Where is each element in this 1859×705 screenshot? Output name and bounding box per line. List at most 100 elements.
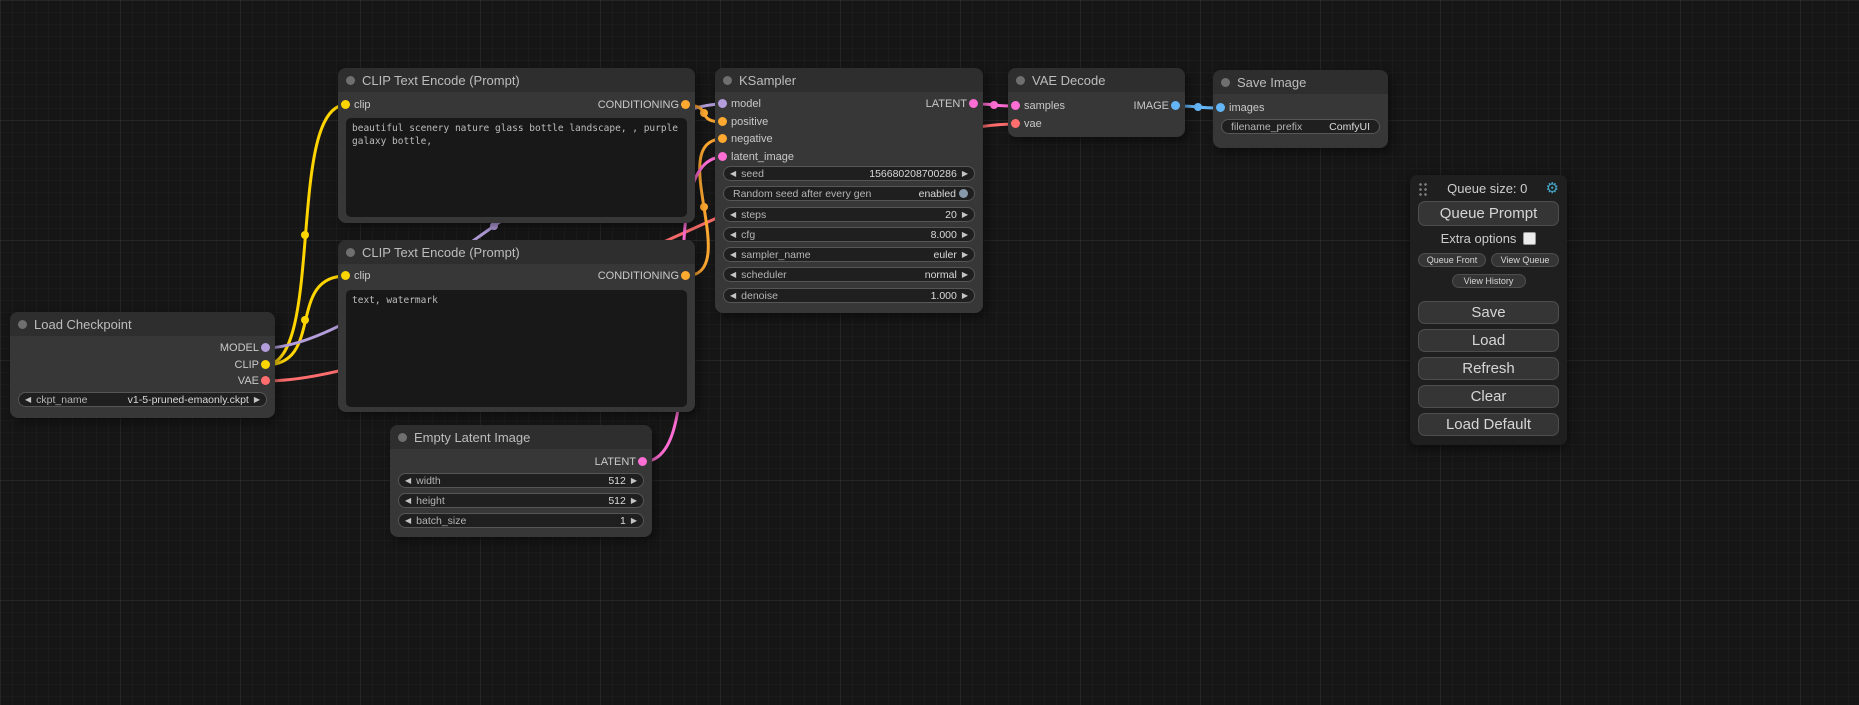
node-load-checkpoint[interactable]: Load Checkpoint MODEL CLIP VAE ◀ ckpt_na… — [10, 312, 275, 418]
widget-label: batch_size — [416, 515, 466, 527]
load-button[interactable]: Load — [1418, 329, 1559, 352]
decrement-arrow-icon[interactable]: ◀ — [405, 517, 411, 525]
widget-width[interactable]: ◀ width 512 ▶ — [398, 473, 644, 488]
increment-arrow-icon[interactable]: ▶ — [962, 211, 968, 219]
node-empty-latent-image[interactable]: Empty Latent Image LATENT ◀ width 512 ▶ … — [390, 425, 652, 537]
save-button[interactable]: Save — [1418, 301, 1559, 324]
widget-filename-prefix[interactable]: filename_prefix ComfyUI — [1221, 119, 1380, 134]
increment-arrow-icon[interactable]: ▶ — [631, 497, 637, 505]
node-collapse-dot-icon[interactable] — [18, 320, 27, 329]
queue-front-button[interactable]: Queue Front — [1418, 253, 1486, 267]
view-history-button[interactable]: View History — [1452, 274, 1526, 288]
refresh-button[interactable]: Refresh — [1418, 357, 1559, 380]
node-title-bar[interactable]: KSampler — [715, 68, 983, 92]
input-pin-latent-image[interactable] — [718, 152, 727, 161]
widget-denoise[interactable]: ◀ denoise 1.000 ▶ — [723, 288, 975, 303]
decrement-arrow-icon[interactable]: ◀ — [730, 170, 736, 178]
widget-label: Random seed after every gen — [733, 188, 871, 200]
node-title-bar[interactable]: CLIP Text Encode (Prompt) — [338, 68, 695, 92]
input-pin-samples[interactable] — [1011, 101, 1020, 110]
decrement-arrow-icon[interactable]: ◀ — [405, 477, 411, 485]
decrement-arrow-icon[interactable]: ◀ — [730, 271, 736, 279]
input-label: samples — [1024, 100, 1065, 112]
widget-batch-size[interactable]: ◀ batch_size 1 ▶ — [398, 513, 644, 528]
widget-random-seed-toggle[interactable]: Random seed after every gen enabled — [723, 186, 975, 201]
widget-height[interactable]: ◀ height 512 ▶ — [398, 493, 644, 508]
decrement-arrow-icon[interactable]: ◀ — [730, 251, 736, 259]
output-label: VAE — [238, 375, 259, 387]
increment-arrow-icon[interactable]: ▶ — [631, 517, 637, 525]
input-pin-model[interactable] — [718, 99, 727, 108]
prompt-textarea[interactable]: beautiful scenery nature glass bottle la… — [346, 118, 687, 217]
load-default-button[interactable]: Load Default — [1418, 413, 1559, 436]
widget-ckpt-name[interactable]: ◀ ckpt_name v1-5-pruned-emaonly.ckpt ▶ — [18, 392, 267, 407]
queue-prompt-button[interactable]: Queue Prompt — [1418, 201, 1559, 226]
prompt-textarea[interactable]: text, watermark — [346, 290, 687, 407]
extra-options-label: Extra options — [1441, 231, 1517, 246]
input-slot-clip: clip — [354, 268, 371, 284]
increment-arrow-icon[interactable]: ▶ — [254, 396, 260, 404]
decrement-arrow-icon[interactable]: ◀ — [730, 231, 736, 239]
node-vae-decode[interactable]: VAE Decode samples vae IMAGE — [1008, 68, 1185, 137]
widget-steps[interactable]: ◀ steps 20 ▶ — [723, 207, 975, 222]
increment-arrow-icon[interactable]: ▶ — [962, 251, 968, 259]
node-collapse-dot-icon[interactable] — [723, 76, 732, 85]
output-pin-latent[interactable] — [638, 457, 647, 466]
node-collapse-dot-icon[interactable] — [1016, 76, 1025, 85]
increment-arrow-icon[interactable]: ▶ — [962, 231, 968, 239]
node-ksampler[interactable]: KSampler model positive negative latent_… — [715, 68, 983, 313]
increment-arrow-icon[interactable]: ▶ — [962, 271, 968, 279]
widget-value: ComfyUI — [1329, 121, 1370, 133]
input-pin-negative[interactable] — [718, 134, 727, 143]
input-pin-positive[interactable] — [718, 117, 727, 126]
input-pin-clip[interactable] — [341, 271, 350, 280]
output-pin-clip[interactable] — [261, 360, 270, 369]
output-label: CLIP — [235, 359, 259, 371]
node-title-bar[interactable]: VAE Decode — [1008, 68, 1185, 92]
widget-value: 512 — [608, 475, 626, 487]
output-pin-image[interactable] — [1171, 101, 1180, 110]
input-pin-clip[interactable] — [341, 100, 350, 109]
output-slot-conditioning: CONDITIONING — [598, 268, 679, 284]
decrement-arrow-icon[interactable]: ◀ — [405, 497, 411, 505]
increment-arrow-icon[interactable]: ▶ — [962, 170, 968, 178]
node-collapse-dot-icon[interactable] — [346, 76, 355, 85]
widget-value: 1 — [620, 515, 626, 527]
output-pin-conditioning[interactable] — [681, 100, 690, 109]
link-midpoint-dot — [301, 231, 309, 239]
node-collapse-dot-icon[interactable] — [398, 433, 407, 442]
widget-value: 20 — [945, 209, 957, 221]
output-pin-model[interactable] — [261, 343, 270, 352]
node-collapse-dot-icon[interactable] — [1221, 78, 1230, 87]
node-clip-text-encode-negative[interactable]: CLIP Text Encode (Prompt) clip CONDITION… — [338, 240, 695, 412]
node-clip-text-encode-positive[interactable]: CLIP Text Encode (Prompt) clip CONDITION… — [338, 68, 695, 223]
node-title-bar[interactable]: Empty Latent Image — [390, 425, 652, 449]
decrement-arrow-icon[interactable]: ◀ — [730, 292, 736, 300]
increment-arrow-icon[interactable]: ▶ — [962, 292, 968, 300]
widget-label: height — [416, 495, 445, 507]
output-pin-vae[interactable] — [261, 376, 270, 385]
view-queue-button[interactable]: View Queue — [1491, 253, 1559, 267]
drag-handle-icon[interactable] — [1418, 182, 1429, 196]
decrement-arrow-icon[interactable]: ◀ — [25, 396, 31, 404]
widget-seed[interactable]: ◀ seed 156680208700286 ▶ — [723, 166, 975, 181]
input-pin-vae[interactable] — [1011, 119, 1020, 128]
widget-cfg[interactable]: ◀ cfg 8.000 ▶ — [723, 227, 975, 242]
settings-gear-icon[interactable]: ⚙ — [1546, 181, 1559, 196]
widget-sampler-name[interactable]: ◀ sampler_name euler ▶ — [723, 247, 975, 262]
node-save-image[interactable]: Save Image images filename_prefix ComfyU… — [1213, 70, 1388, 148]
comfy-menu-panel[interactable]: Queue size: 0 ⚙ Queue Prompt Extra optio… — [1410, 175, 1567, 445]
node-title-bar[interactable]: Load Checkpoint — [10, 312, 275, 336]
increment-arrow-icon[interactable]: ▶ — [631, 477, 637, 485]
node-collapse-dot-icon[interactable] — [346, 248, 355, 257]
output-pin-latent[interactable] — [969, 99, 978, 108]
node-title-bar[interactable]: CLIP Text Encode (Prompt) — [338, 240, 695, 264]
extra-options-checkbox[interactable] — [1523, 232, 1536, 245]
input-pin-images[interactable] — [1216, 103, 1225, 112]
node-title-bar[interactable]: Save Image — [1213, 70, 1388, 94]
output-pin-conditioning[interactable] — [681, 271, 690, 280]
widget-scheduler[interactable]: ◀ scheduler normal ▶ — [723, 267, 975, 282]
decrement-arrow-icon[interactable]: ◀ — [730, 211, 736, 219]
toggle-dot-icon[interactable] — [959, 189, 968, 198]
clear-button[interactable]: Clear — [1418, 385, 1559, 408]
